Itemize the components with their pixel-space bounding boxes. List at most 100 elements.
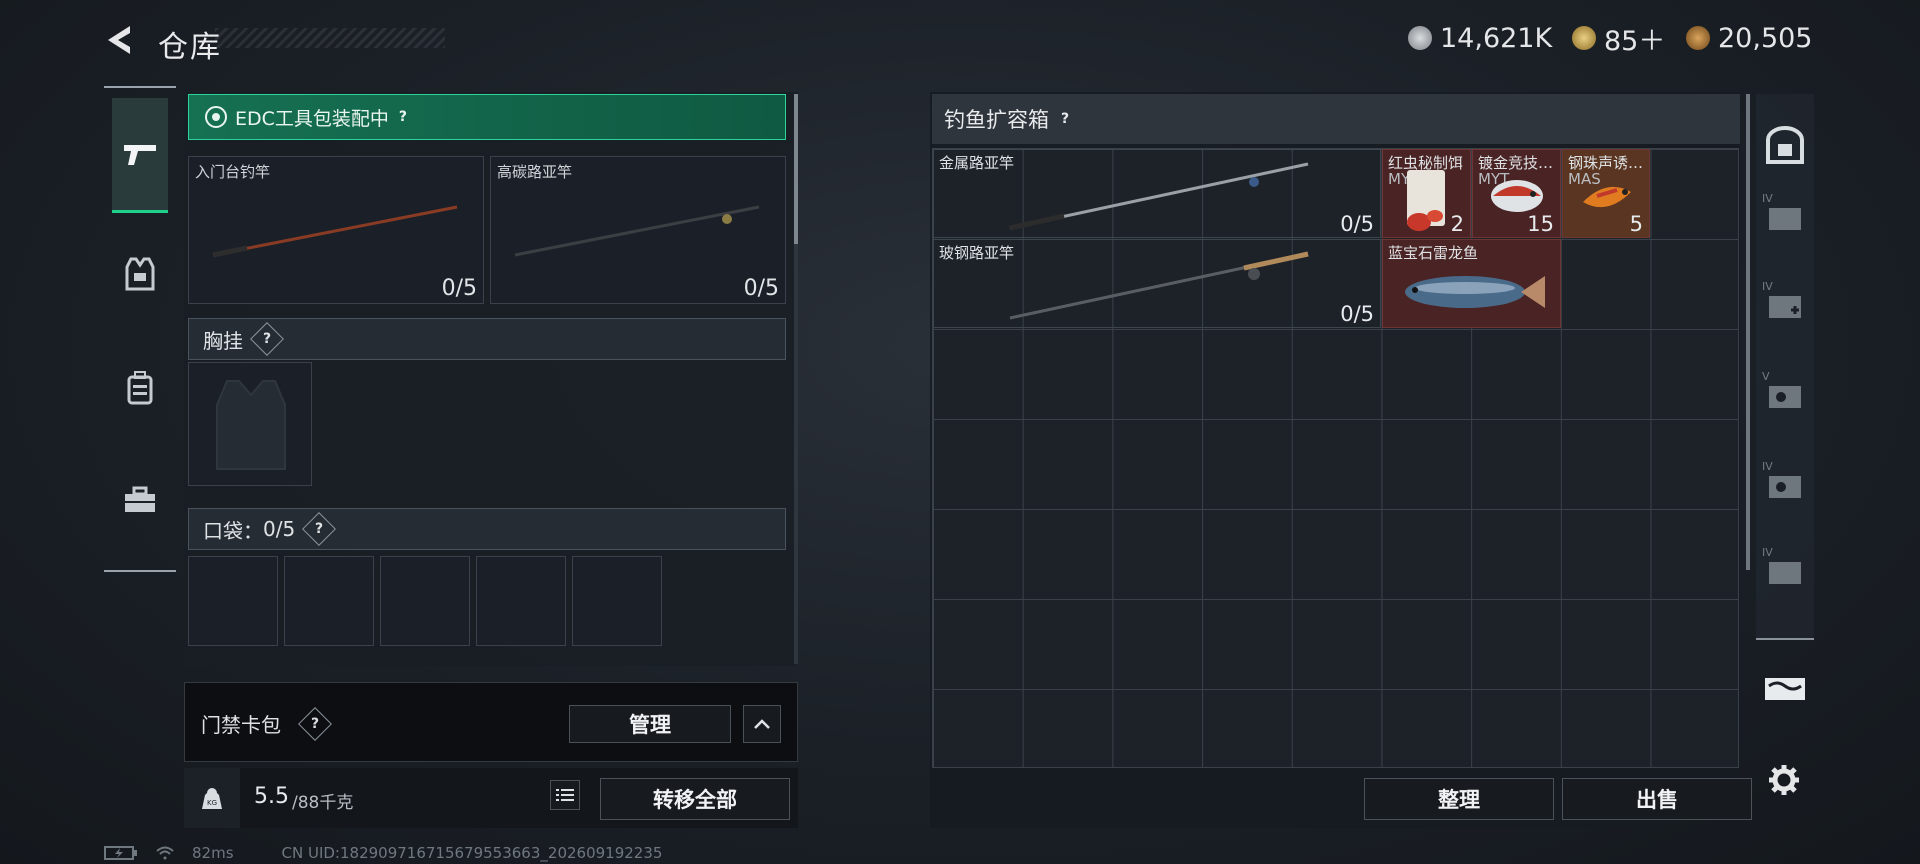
currency-bronze: 20,505 — [1686, 20, 1812, 56]
container-strip: IV IV V IV IV — [1756, 94, 1814, 640]
svg-text:KG: KG — [207, 799, 217, 807]
list-view-button[interactable] — [550, 780, 580, 810]
fishing-box-tab[interactable] — [1760, 668, 1810, 708]
pistol-icon — [124, 145, 156, 165]
safe-box-tab[interactable] — [1760, 120, 1810, 170]
edc-help-icon[interactable]: ? — [399, 109, 407, 125]
silver-coin-icon — [1408, 26, 1432, 50]
grid-item-sapphire-snakehead[interactable]: 蓝宝石雷龙鱼 — [1382, 239, 1561, 328]
grid-item-steel-ball-lure[interactable]: 钢珠声诱… MAS 5 — [1562, 149, 1650, 238]
category-tabs — [104, 86, 176, 572]
container-tab-iv-2[interactable]: IV — [1760, 280, 1810, 330]
manage-button[interactable]: 管理 — [569, 705, 731, 743]
fishing-box-title: 钓鱼扩容箱 — [944, 108, 1049, 132]
camera-case-icon — [1769, 476, 1801, 498]
edc-label: EDC工具包装配中 — [235, 107, 389, 130]
item-name: 蓝宝石雷龙鱼 — [1388, 244, 1479, 262]
camera-case-icon — [1769, 386, 1801, 408]
card-wallet-help-icon[interactable]: ? — [298, 707, 332, 741]
container-tab-iv-1[interactable]: IV — [1760, 192, 1810, 242]
item-count: 0/5 — [1340, 212, 1374, 236]
pocket-help-icon[interactable]: ? — [302, 512, 337, 546]
tab-vest[interactable] — [112, 218, 168, 330]
safe-box-icon — [1766, 126, 1804, 164]
pocket-slot[interactable] — [572, 556, 662, 646]
right-scrollbar-thumb[interactable] — [1746, 94, 1750, 570]
chest-rig-header: 胸挂 ? — [188, 318, 786, 360]
item-count: 15 — [1527, 212, 1554, 236]
pocket-label: 口袋： — [203, 518, 263, 543]
fish-icon — [1405, 276, 1545, 308]
battery-icon — [104, 846, 137, 860]
case-icon — [1769, 208, 1801, 230]
container-tab-iv-4[interactable]: IV — [1760, 546, 1810, 596]
back-arrow-icon — [108, 26, 130, 54]
fishing-box-help-icon[interactable]: ? — [1061, 111, 1069, 127]
access-card-wallet: 门禁卡包 ? 管理 — [184, 682, 798, 762]
toolbox-icon — [125, 486, 155, 512]
rod-slot-1-label: 入门台钓竿 — [195, 163, 271, 181]
weight-value: 5.5 — [254, 784, 289, 809]
rod-slot-2-count: 0/5 — [743, 276, 779, 301]
collapse-button[interactable] — [743, 705, 781, 743]
pocket-slot[interactable] — [476, 556, 566, 646]
item-name: 玻钢路亚竿 — [939, 244, 1015, 262]
item-name: 金属路亚竿 — [939, 154, 1015, 172]
item-count: 2 — [1450, 212, 1464, 236]
container-tab-iv-3[interactable]: IV — [1760, 460, 1810, 510]
fishing-rod-icon — [1009, 251, 1309, 320]
rod-slot-2-label: 高碳路亚竿 — [497, 163, 573, 181]
bait-bag-icon — [1407, 170, 1445, 231]
gear-spinner-icon — [205, 106, 227, 128]
currency-token-value: 85＋ — [1604, 25, 1666, 57]
rod-slot-2[interactable]: 高碳路亚竿 0/5 — [490, 156, 786, 304]
fishing-rod-icon — [1009, 162, 1309, 231]
gear-icon — [1769, 765, 1799, 795]
settings-button[interactable] — [1764, 760, 1804, 800]
tab-toolbox[interactable] — [112, 444, 168, 556]
bronze-coin-icon — [1686, 26, 1710, 50]
organize-button[interactable]: 整理 — [1364, 778, 1554, 820]
transfer-all-button[interactable]: 转移全部 — [600, 778, 790, 820]
chest-rig-slot[interactable] — [188, 362, 312, 486]
fishing-rod-icon — [212, 205, 458, 258]
edc-status-bar[interactable]: EDC工具包装配中 ? — [188, 94, 786, 140]
back-button[interactable] — [100, 20, 140, 60]
tab-weapon[interactable] — [112, 98, 168, 213]
medkit-case-icon — [1769, 296, 1801, 318]
grid-item-red-worm-bait[interactable]: 红虫秘制饵 MYT 2 — [1382, 149, 1471, 238]
fishing-box-icon — [1765, 678, 1805, 700]
pocket-slot[interactable] — [188, 556, 278, 646]
rod-slot-1-count: 0/5 — [441, 276, 477, 301]
weight-icon-box: KG — [184, 768, 240, 828]
fishing-box-header: 钓鱼扩容箱 ? — [932, 94, 1740, 144]
grid-item-fiberglass-lure-rod[interactable]: 玻钢路亚竿 0/5 — [933, 239, 1381, 328]
page-title: 仓库 — [158, 30, 222, 65]
triangle-token-icon — [1572, 26, 1596, 50]
chest-rig-help-icon[interactable]: ? — [250, 322, 284, 356]
vest-icon — [125, 257, 155, 291]
weight-max: /88千克 — [292, 793, 354, 813]
sell-button[interactable]: 出售 — [1562, 778, 1752, 820]
ping-value: 82ms — [192, 844, 234, 862]
chevron-up-icon — [754, 719, 770, 729]
currency-silver: 14,621K — [1408, 20, 1552, 56]
chest-rig-label: 胸挂 — [203, 328, 243, 353]
grid-item-gilded-lure[interactable]: 镀金竞技… MYT 15 — [1472, 149, 1561, 238]
container-tab-v[interactable]: V — [1760, 370, 1810, 420]
currency-bronze-value: 20,505 — [1718, 22, 1813, 54]
pocket-count: 0/5 — [263, 517, 296, 541]
backpack-icon — [127, 371, 153, 405]
uid-text: CN UID:182909716715679553663_20260919223… — [281, 844, 663, 862]
card-wallet-label: 门禁卡包 — [201, 713, 281, 737]
wifi-icon — [156, 846, 174, 860]
list-icon — [556, 789, 574, 801]
lure-icon — [1583, 186, 1631, 208]
tab-backpack[interactable] — [112, 332, 168, 444]
left-scrollbar-thumb[interactable] — [794, 94, 798, 244]
rod-slot-1[interactable]: 入门台钓竿 0/5 — [188, 156, 484, 304]
pocket-slot[interactable] — [380, 556, 470, 646]
grid-item-metal-lure-rod[interactable]: 金属路亚竿 0/5 — [933, 149, 1381, 238]
currency-token: 85＋ — [1572, 20, 1666, 57]
pocket-slot[interactable] — [284, 556, 374, 646]
